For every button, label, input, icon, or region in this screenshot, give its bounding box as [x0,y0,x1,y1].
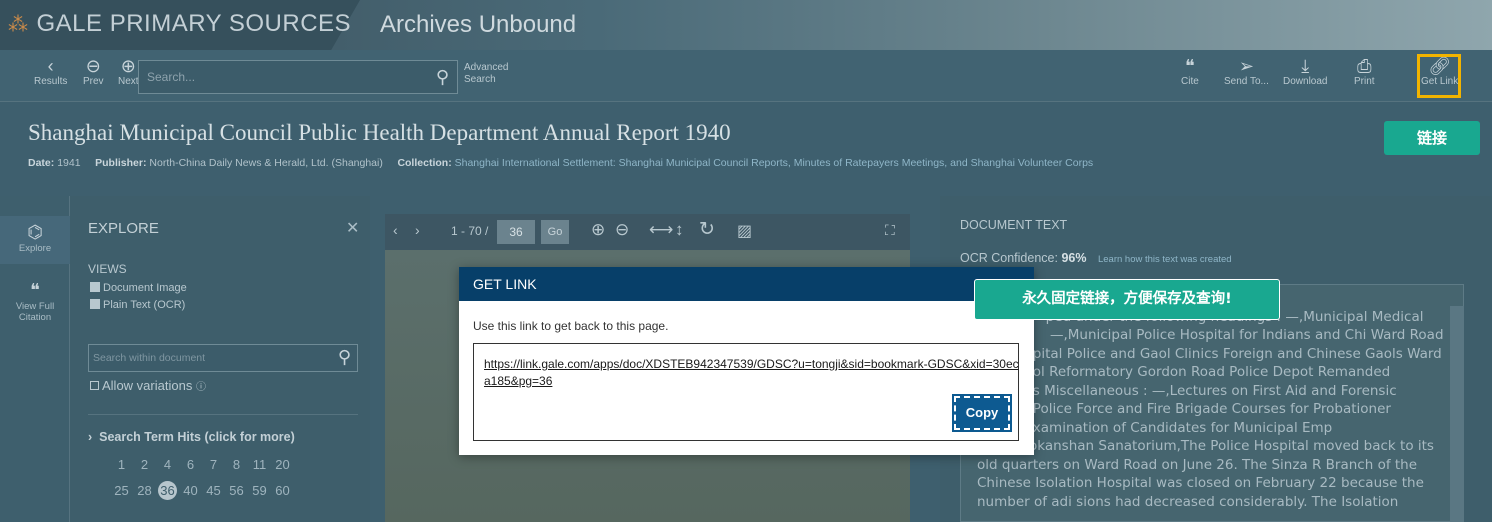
next-page-icon[interactable]: › [415,222,420,238]
chevron-left-icon: ‹ [47,56,54,76]
prev-button[interactable]: ⊖ Prev [83,56,104,87]
next-button[interactable]: ⊕ Next [118,56,139,87]
search-box: ⚲ [138,60,458,94]
checkbox-icon [90,381,99,390]
checkbox-checked-icon [90,282,100,292]
hits-row-2: 25 28 36 40 45 56 59 60 [110,481,294,500]
document-meta: Date: 1941 Publisher: North-China Daily … [28,157,1094,169]
search-icon[interactable]: ⚲ [436,67,449,88]
hit-link[interactable]: 1 [110,457,133,472]
hit-link[interactable]: 6 [179,457,202,472]
print-button[interactable]: ⎙ Print [1354,56,1375,87]
get-link-highlight [1417,54,1461,98]
advanced-search-link[interactable]: Advanced Search [464,62,524,86]
fit-width-icon[interactable]: ⟷ [649,220,673,240]
hits-row-1: 1 2 4 6 7 8 11 20 [110,457,294,472]
hit-link[interactable]: 40 [179,483,202,498]
left-rail: ⌬ Explore ❝ View Full Citation [0,196,70,522]
hit-link[interactable]: 60 [271,483,294,498]
search-within-input[interactable] [89,345,319,371]
binoculars-icon: ⌬ [27,222,43,242]
views-label: VIEWS [88,262,127,276]
hit-link[interactable]: 59 [248,483,271,498]
allow-variations-checkbox[interactable]: Allow variations ⓘ [90,378,206,393]
hit-link[interactable]: 56 [225,483,248,498]
quote-icon: ❝ [1185,56,1195,76]
circle-arrow-right-icon: ⊕ [120,56,136,76]
download-button[interactable]: ⤓ Download [1283,56,1327,87]
results-button[interactable]: ‹ Results [34,56,67,87]
document-text-title: DOCUMENT TEXT [960,218,1068,232]
document-image-checkbox[interactable]: Document Image [90,282,187,294]
get-link-dialog: GET LINK Use this link to get back to th… [459,267,1034,455]
hit-link[interactable]: 7 [202,457,225,472]
hit-link[interactable]: 20 [271,457,294,472]
plain-text-checkbox[interactable]: Plain Text (OCR) [90,299,185,311]
page-input[interactable]: 36 [497,220,535,244]
rotate-icon[interactable]: ↻ [699,218,715,241]
go-button[interactable]: Go [541,220,569,244]
quote-icon: ❝ [30,280,40,300]
dialog-title: GET LINK [459,267,1034,301]
link-annotation-badge: 链接 [1384,121,1480,155]
document-title: Shanghai Municipal Council Public Health… [28,120,731,145]
rail-explore[interactable]: ⌬ Explore [0,216,70,264]
prev-page-icon[interactable]: ‹ [393,222,398,238]
permalink-url[interactable]: https://link.gale.com/apps/doc/XDSTEB942… [484,356,1024,390]
hit-link[interactable]: 2 [133,457,156,472]
search-within-box: ⚲ [88,344,358,372]
checkbox-checked-icon [90,299,100,309]
product-name[interactable]: Archives Unbound [380,11,576,39]
zoom-out-icon[interactable]: ⊖ [615,220,629,240]
permalink-callout: 永久固定链接，方便保存及查询! [974,279,1280,320]
page-range: 1 - 70 / [451,224,489,238]
zoom-in-icon[interactable]: ⊕ [591,220,605,240]
download-icon: ⤓ [1301,56,1310,76]
circle-arrow-left-icon: ⊖ [85,56,101,76]
ocr-learn-link[interactable]: Learn how this text was created [1098,254,1232,265]
hit-link[interactable]: 8 [225,457,248,472]
hit-link[interactable]: 4 [156,457,179,472]
ocr-confidence: OCR Confidence: 96% Learn how this text … [960,251,1232,265]
toolbar: ‹ Results ⊖ Prev ⊕ Next ⚲ Advanced Searc… [0,50,1492,102]
top-banner: ⁂ GALE PRIMARY SOURCES Archives Unbound [0,0,1492,50]
help-icon[interactable]: ⓘ [196,382,206,393]
search-term-hits-toggle[interactable]: › Search Term Hits (click for more) [88,430,295,444]
ocr-text-body: Hospitals' Division ped under the follow… [977,290,1444,510]
rail-view-full-citation[interactable]: ❝ View Full Citation [0,276,70,323]
search-input[interactable] [139,61,419,93]
viewer-toolbar: ‹ › 1 - 70 / 36 Go ⊕ ⊖ ⟷ ↕ ↻ ▨ ⛶ [385,214,910,250]
divider [88,414,358,415]
link-box: https://link.gale.com/apps/doc/XDSTEB942… [473,343,1019,441]
copy-button[interactable]: Copy [952,394,1012,432]
gale-dots-icon: ⁂ [8,13,29,36]
printer-icon: ⎙ [1357,56,1372,76]
fit-height-icon[interactable]: ↕ [675,220,684,240]
close-icon[interactable]: ✕ [346,218,359,238]
image-settings-icon[interactable]: ▨ [737,221,752,241]
hit-link[interactable]: 45 [202,483,225,498]
collection-link[interactable]: Shanghai International Settlement: Shang… [455,157,1094,169]
hit-link[interactable]: 25 [110,483,133,498]
ocr-scrollbar[interactable] [1450,306,1464,522]
cite-button[interactable]: ❝ Cite [1181,56,1199,87]
dialog-description: Use this link to get back to this page. [473,319,669,333]
hit-link[interactable]: 11 [248,457,271,472]
hit-link[interactable]: 28 [133,483,156,498]
send-to-button[interactable]: ➢ Send To... [1224,56,1269,87]
gale-logo[interactable]: ⁂ GALE PRIMARY SOURCES [8,10,351,38]
fullscreen-icon[interactable]: ⛶ [885,222,895,239]
search-icon[interactable]: ⚲ [338,347,351,368]
explore-panel: EXPLORE ✕ VIEWS Document Image Plain Tex… [70,196,370,522]
paper-plane-icon: ➢ [1238,56,1254,76]
hit-link-current[interactable]: 36 [158,481,177,500]
explore-title: EXPLORE [88,220,159,237]
brand-name: GALE PRIMARY SOURCES [36,10,352,37]
